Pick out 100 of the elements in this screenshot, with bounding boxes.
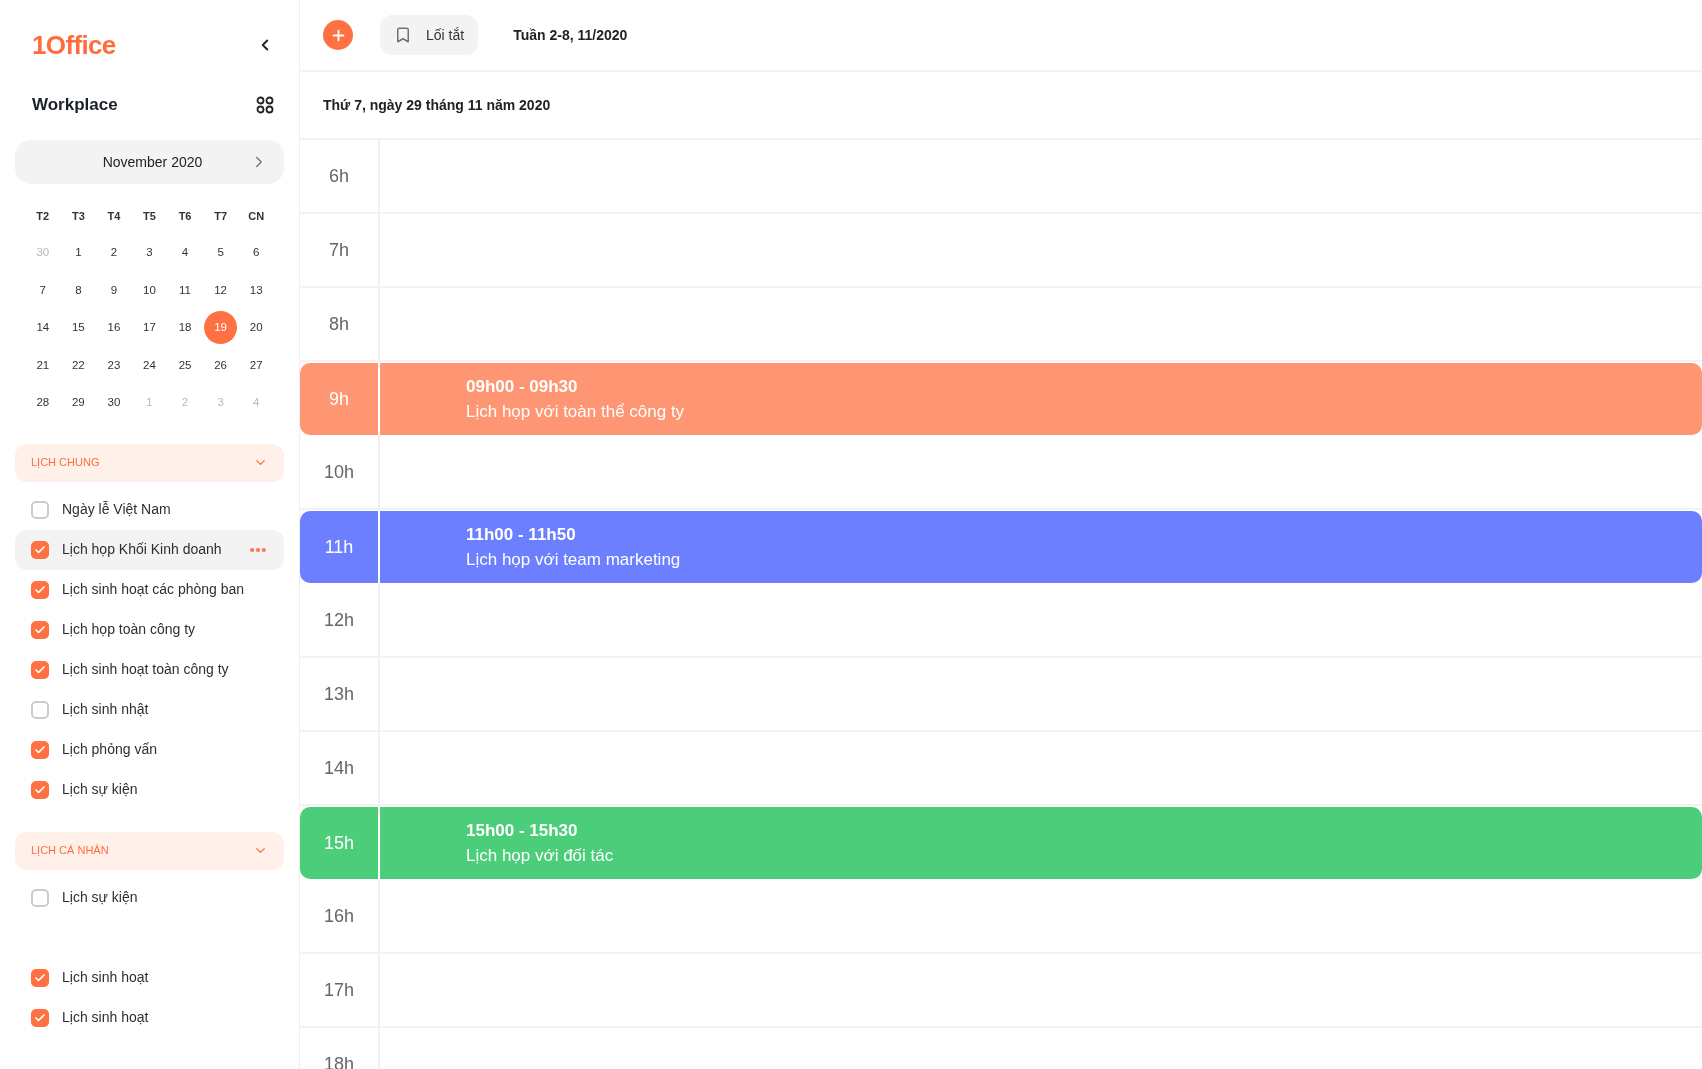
calendar-list-item[interactable]: Lịch sinh nhật: [15, 689, 284, 730]
day-title: Thứ 7, ngày 29 tháng 11 năm 2020: [323, 95, 551, 115]
workspace-title: Workplace: [32, 94, 118, 117]
weekday-label: T6: [177, 208, 193, 224]
calendar-name: Lịch họp toàn công ty: [62, 620, 196, 639]
hour-label: 6h: [329, 164, 349, 188]
calendar-day[interactable]: 7: [26, 273, 60, 307]
calendar-list-item[interactable]: Lịch sinh hoạt các phòng ban: [15, 569, 284, 610]
checkbox[interactable]: [31, 580, 49, 599]
calendar-day[interactable]: 1: [61, 236, 95, 270]
calendar-day[interactable]: 15: [61, 311, 95, 345]
calendar-name: Lịch sinh hoạt: [62, 968, 149, 987]
event-title: Lịch họp với toàn thể công ty: [466, 401, 685, 423]
calendar-list-item[interactable]: Lịch họp toàn công ty: [15, 609, 284, 650]
calendar-list-item[interactable]: Lịch sự kiện: [15, 877, 284, 918]
calendar-day[interactable]: 11: [168, 273, 202, 307]
calendar-list-item[interactable]: Lịch sinh hoạt: [15, 957, 284, 998]
calendar-day[interactable]: 22: [61, 348, 95, 382]
month-label: November 2020: [101, 152, 204, 172]
calendar-day[interactable]: 10: [133, 273, 166, 307]
calendar-list-item[interactable]: Lịch họp Khối Kinh doanh: [15, 529, 284, 570]
calendar-name: Lịch sinh nhật: [62, 700, 149, 719]
hour-label: 10h: [323, 460, 354, 484]
calendar-list-item[interactable]: Lịch sinh hoạt: [15, 997, 284, 1038]
add-button[interactable]: [323, 20, 353, 50]
shortcut-button[interactable]: Lối tắt: [380, 15, 479, 55]
calendar-day[interactable]: 9: [97, 273, 131, 307]
calendar-day[interactable]: 25: [168, 348, 202, 382]
hour-label: 9h: [329, 387, 349, 411]
calendar-day[interactable]: 12: [204, 273, 238, 307]
week-label: Tuần 2-8, 11/2020: [513, 25, 628, 45]
calendar-day[interactable]: 21: [26, 348, 60, 382]
weekday-label: T5: [142, 208, 157, 224]
calendar-day[interactable]: 5: [204, 236, 238, 270]
calendar-day[interactable]: 30: [97, 386, 131, 420]
calendar-day[interactable]: 3: [133, 236, 166, 270]
calendar-day[interactable]: 17: [133, 311, 166, 345]
calendar-day[interactable]: 16: [97, 311, 131, 345]
calendar-name: Lịch phỏng vấn: [62, 740, 157, 759]
logo: 1Office: [32, 28, 116, 62]
weekday-label: CN: [247, 208, 266, 224]
bookmark-icon: [394, 26, 412, 44]
hour-label: 15h: [323, 831, 354, 855]
calendar-day[interactable]: 28: [26, 386, 60, 420]
check-icon: [34, 743, 46, 756]
apps-icon[interactable]: [256, 96, 274, 114]
hour-label: 13h: [323, 682, 354, 706]
calendar-day[interactable]: 20: [239, 311, 273, 345]
event-time: 09h00 - 09h30: [466, 375, 579, 398]
calendar-day[interactable]: 2: [97, 236, 131, 270]
calendar-list-item[interactable]: Lịch sự kiện: [15, 769, 284, 810]
check-icon: [34, 623, 46, 636]
calendar-day[interactable]: 29: [61, 386, 95, 420]
check-icon: [34, 663, 46, 676]
hour-label: 7h: [329, 238, 349, 262]
calendar-day[interactable]: 24: [133, 348, 166, 382]
checkbox[interactable]: [31, 968, 49, 987]
checkbox[interactable]: [31, 540, 49, 559]
weekday-label: T7: [213, 208, 229, 224]
calendar-name: Lịch họp Khối Kinh doanh: [62, 540, 222, 559]
calendar-day[interactable]: 23: [97, 348, 131, 382]
check-icon: [34, 971, 46, 984]
weekday-label: T3: [70, 208, 86, 224]
calendar-list-item[interactable]: Lịch phỏng vấn: [15, 729, 284, 770]
checkbox[interactable]: [31, 620, 49, 639]
calendar-day[interactable]: 4: [168, 236, 202, 270]
hour-label: 14h: [323, 756, 354, 780]
check-icon: [34, 783, 46, 796]
weekday-label: T4: [106, 208, 122, 224]
calendar-list-item[interactable]: Lịch sinh hoạt toàn công ty: [15, 649, 284, 690]
event-title: Lịch họp với đối tác: [466, 845, 614, 867]
checkbox[interactable]: [31, 888, 49, 907]
checkbox[interactable]: [31, 660, 49, 679]
calendar-name: Lịch sinh hoạt các phòng ban: [62, 580, 245, 599]
calendar-day[interactable]: 14: [26, 311, 60, 345]
calendar-day[interactable]: 27: [239, 348, 273, 382]
hour-label: 11h: [324, 535, 354, 559]
hour-label: 18h: [323, 1052, 354, 1069]
checkbox[interactable]: [31, 700, 49, 719]
hour-label: 16h: [323, 904, 354, 928]
calendar-day[interactable]: 26: [204, 348, 238, 382]
hour-label: 17h: [323, 978, 354, 1002]
calendar-name: Lịch sự kiện: [62, 888, 138, 907]
checkbox[interactable]: [31, 780, 49, 799]
section-title: LỊCH CHUNG: [31, 455, 100, 471]
calendar-name: Lịch sinh hoạt: [62, 1008, 149, 1027]
checkbox[interactable]: [31, 500, 49, 519]
calendar-day[interactable]: 8: [61, 273, 95, 307]
calendar-day[interactable]: 13: [239, 273, 273, 307]
calendar-name: Lịch sinh hoạt toàn công ty: [62, 660, 229, 679]
calendar-name: Ngày lễ Việt Nam: [62, 500, 171, 519]
checkbox[interactable]: [31, 1008, 49, 1027]
checkbox[interactable]: [31, 740, 49, 759]
event-title: Lịch họp với team marketing: [466, 549, 681, 571]
calendar-day[interactable]: 18: [168, 311, 202, 345]
check-icon: [34, 543, 46, 556]
hour-label: 12h: [323, 608, 354, 632]
calendar-day[interactable]: 6: [239, 236, 273, 270]
calendar-list-item[interactable]: Ngày lễ Việt Nam: [15, 489, 284, 530]
check-icon: [34, 583, 46, 596]
